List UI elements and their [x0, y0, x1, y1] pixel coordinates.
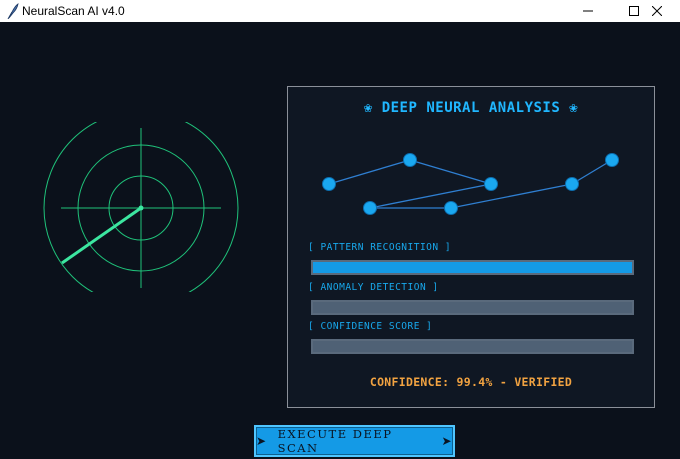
radar-display [43, 122, 239, 292]
network-node [403, 153, 417, 167]
network-node [484, 177, 498, 191]
radar-sweep [61, 206, 142, 265]
anomaly-detection-label: [ ANOMALY DETECTION ] [308, 282, 439, 293]
radar-center-dot [138, 205, 144, 211]
confidence-status: CONFIDENCE: 99.4% - VERIFIED [369, 375, 573, 389]
brain-icon: ❀ [569, 100, 579, 116]
brain-icon: ❀ [363, 100, 373, 116]
feather-icon [7, 3, 19, 19]
panel-title-text: DEEP NEURAL ANALYSIS [381, 100, 561, 116]
analysis-panel: ❀ DEEP NEURAL ANALYSIS ❀ [ PATTERN RECOG… [287, 86, 655, 408]
close-icon [652, 6, 662, 16]
network-nodes [322, 153, 619, 215]
execute-deep-scan-button[interactable]: ➤ EXECUTE DEEP SCAN ➤ [254, 425, 455, 457]
network-node [444, 201, 458, 215]
pattern-recognition-fill [313, 262, 632, 273]
network-node [363, 201, 377, 215]
title-bar: NeuralScan AI v4.0 [0, 0, 680, 22]
minimize-icon [583, 10, 593, 12]
anomaly-detection-bar [311, 300, 634, 315]
rocket-icon: ➤ [441, 434, 453, 448]
minimize-button[interactable] [565, 0, 611, 22]
pattern-recognition-label: [ PATTERN RECOGNITION ] [308, 242, 452, 253]
panel-title: ❀ DEEP NEURAL ANALYSIS ❀ [288, 100, 654, 116]
confidence-score-bar [311, 339, 634, 354]
network-node [322, 177, 336, 191]
window-title: NeuralScan AI v4.0 [22, 4, 125, 18]
pattern-recognition-bar [311, 260, 634, 275]
network-node [565, 177, 579, 191]
confidence-score-label: [ CONFIDENCE SCORE ] [308, 321, 433, 332]
close-button[interactable] [634, 0, 680, 22]
neural-network-graph [322, 153, 619, 215]
rocket-icon: ➤ [256, 434, 268, 448]
execute-deep-scan-label: EXECUTE DEEP SCAN [277, 427, 393, 455]
network-node [605, 153, 619, 167]
